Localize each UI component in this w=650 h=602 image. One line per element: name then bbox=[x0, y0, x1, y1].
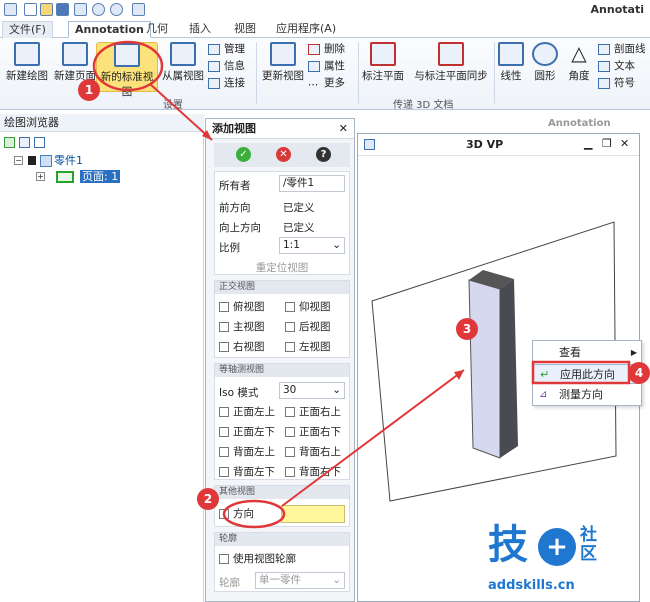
arrow-to-viewport bbox=[281, 369, 465, 507]
watermark-url: addskills.cn bbox=[488, 578, 575, 593]
highlight-direction bbox=[222, 499, 286, 529]
watermark-community: 社区 bbox=[580, 525, 597, 564]
callout-3: 3 bbox=[456, 318, 478, 340]
arrow-head bbox=[454, 370, 464, 380]
arrow-to-panel bbox=[149, 83, 213, 141]
highlight-new-standard-view bbox=[92, 40, 164, 92]
callout-2: 2 bbox=[197, 488, 219, 510]
callout-4: 4 bbox=[628, 362, 650, 384]
watermark-char: 技 bbox=[488, 522, 528, 568]
plus-icon: + bbox=[538, 528, 576, 566]
highlight-apply-direction bbox=[531, 360, 631, 385]
watermark-logo: 技 + 社区 addskills.cn bbox=[486, 522, 646, 600]
callout-1: 1 bbox=[78, 79, 100, 101]
